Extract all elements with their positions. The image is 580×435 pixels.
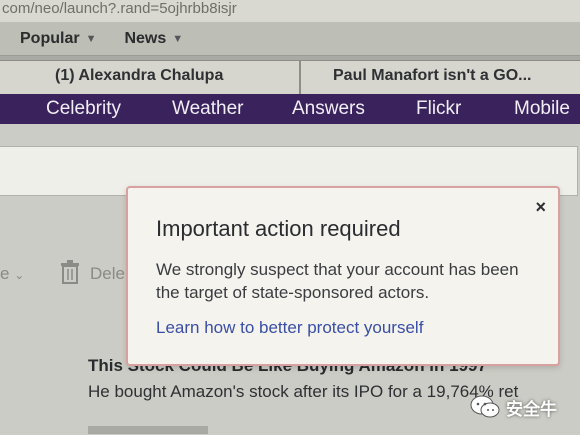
chevron-down-icon: ⌄ [14,268,25,282]
bookmark-news[interactable]: News ▼ [124,30,183,48]
delete-button[interactable]: Dele [90,264,125,284]
bookmark-popular[interactable]: Popular ▼ [20,30,96,48]
more-label: e [0,264,10,283]
tab-label: (1) Alexandra Chalupa [55,67,224,84]
nav-item-mobile[interactable]: Mobile [514,98,570,120]
watermark-text: 安全牛 [506,399,557,419]
watermark: 安全牛 [470,392,557,422]
dialog-message: We strongly suspect that your account ha… [156,260,519,302]
nav-item-celebrity[interactable]: Celebrity [46,98,121,120]
learn-more-link[interactable]: Learn how to better protect yourself [156,318,423,338]
nav-item-weather[interactable]: Weather [172,98,243,120]
trash-icon[interactable] [60,260,80,284]
chevron-down-icon: ▼ [172,32,184,45]
close-icon[interactable]: × [535,198,546,216]
tab-alexandra-chalupa[interactable]: (1) Alexandra Chalupa [0,60,300,94]
tab-label: Paul Manafort isn't a GO... [333,67,532,84]
bookmarks-bar: Popular ▼ News ▼ [0,22,580,56]
nav-item-flickr[interactable]: Flickr [416,98,461,120]
dialog-title: Important action required [156,216,401,241]
address-url: com/neo/launch?.rand=5ojhrbb8isjr [2,0,237,17]
tab-strip: (1) Alexandra Chalupa Paul Manafort isn'… [0,56,580,94]
wechat-icon [470,395,500,418]
tab-paul-manafort[interactable]: Paul Manafort isn't a GO... [300,60,580,94]
bookmark-label: News [124,29,167,47]
bookmark-label: Popular [20,29,80,47]
site-nav: Celebrity Weather Answers Flickr Mobile [0,94,580,124]
next-email-preview [88,426,208,434]
security-alert-dialog: × Important action required We strongly … [126,186,560,366]
nav-item-answers[interactable]: Answers [292,98,365,120]
more-button[interactable]: e ⌄ [0,264,24,284]
address-bar[interactable]: com/neo/launch?.rand=5ojhrbb8isjr [0,0,580,22]
chevron-down-icon: ▼ [85,32,97,45]
email-snippet[interactable]: He bought Amazon's stock after its IPO f… [88,382,518,402]
